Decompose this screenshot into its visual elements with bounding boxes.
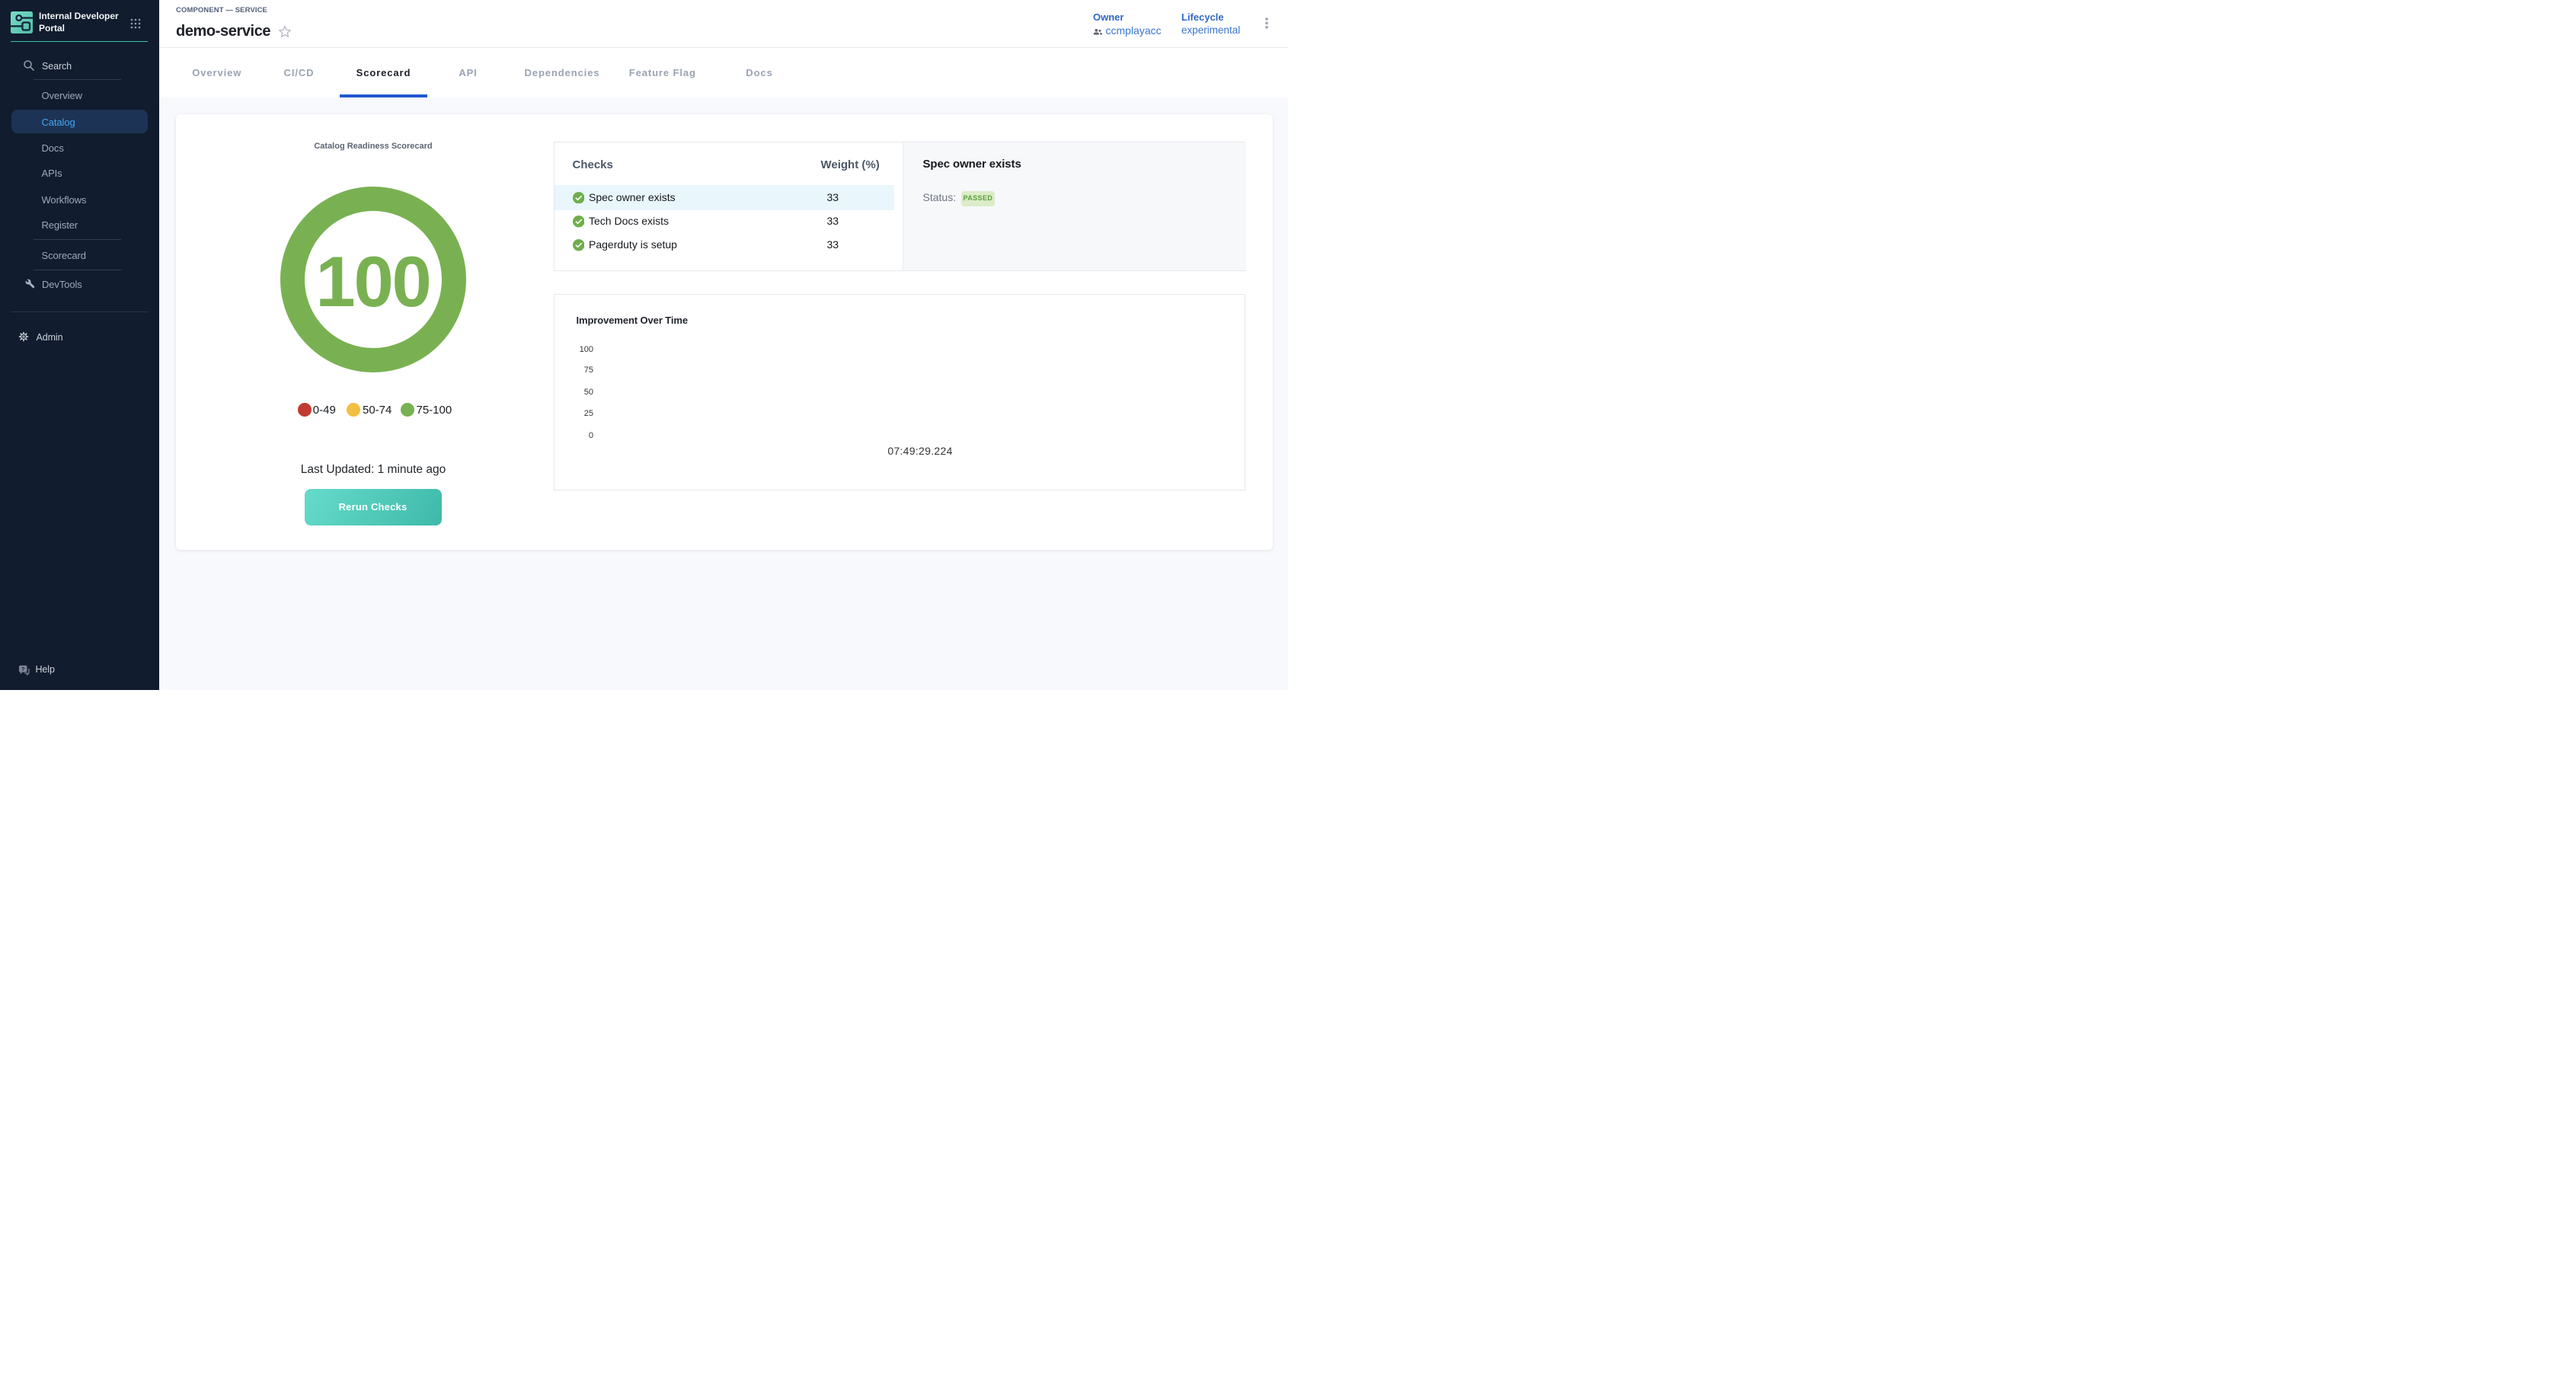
svg-text:?: ?: [21, 666, 25, 672]
